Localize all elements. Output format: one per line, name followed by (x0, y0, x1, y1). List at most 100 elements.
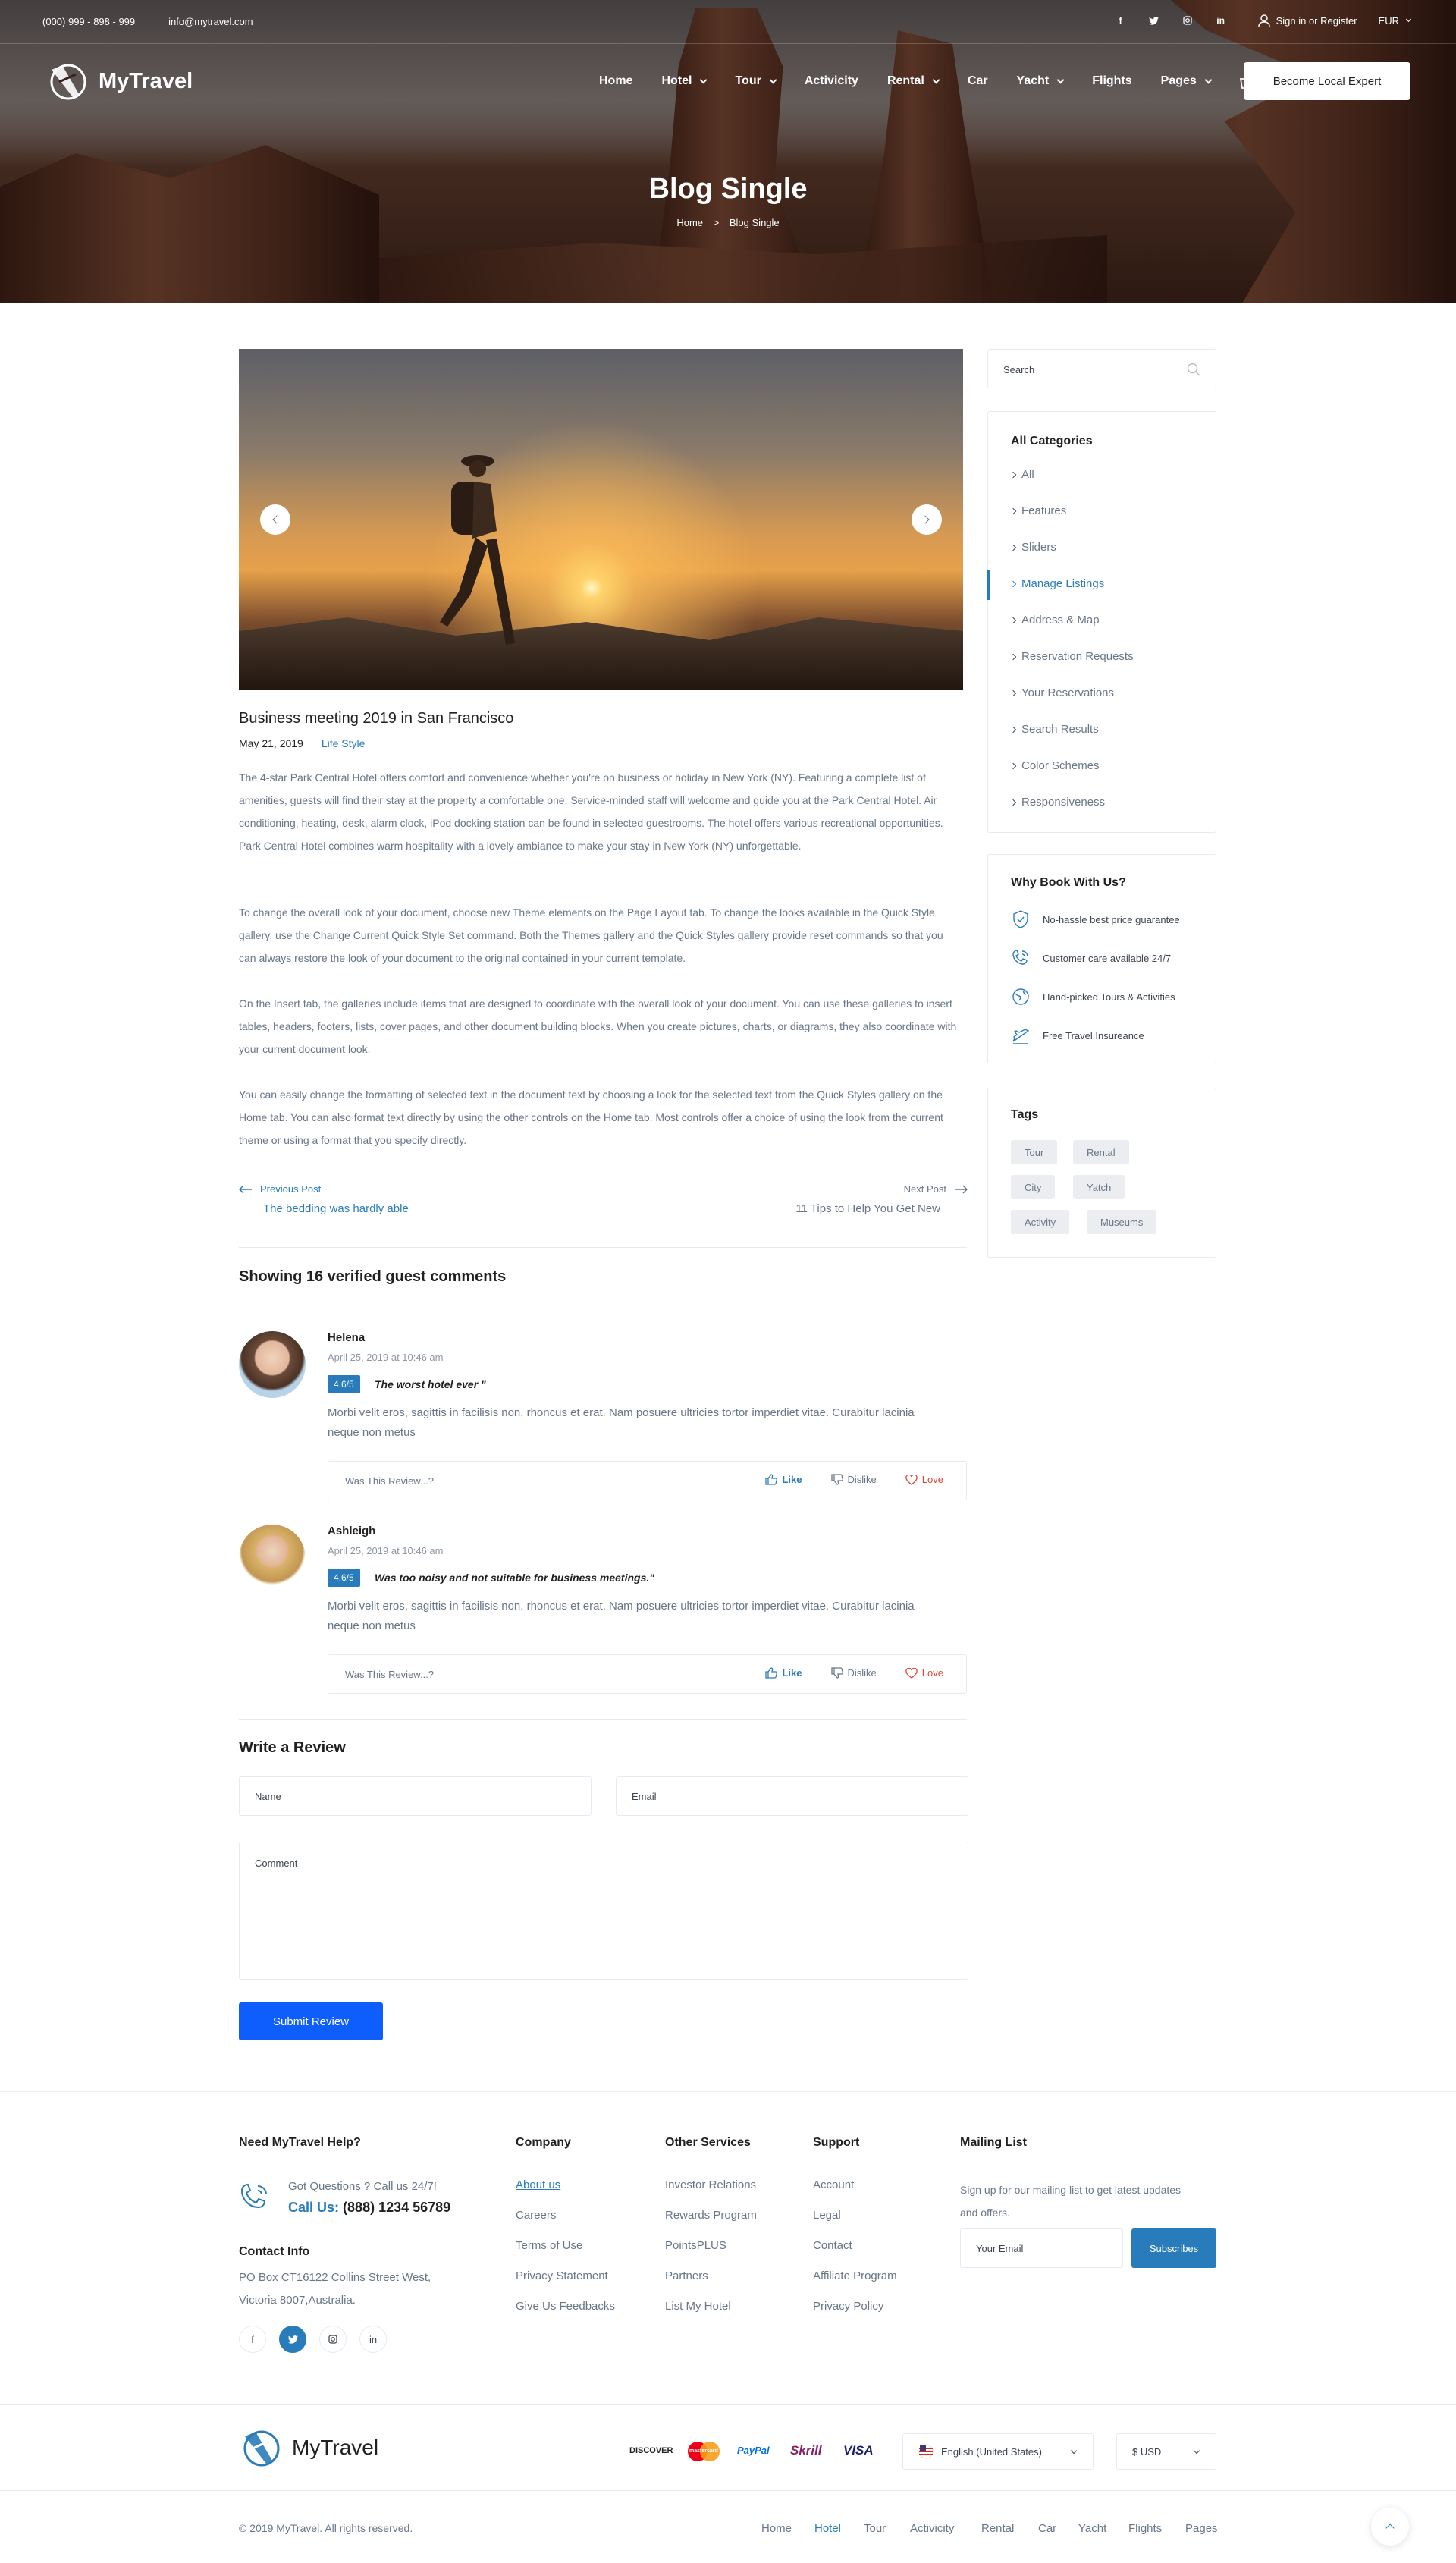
next-post-link[interactable]: Next Post 11 Tips to Help You Get New (786, 1183, 968, 1215)
language-select[interactable]: English (United States) (902, 2433, 1094, 2470)
bottom-nav-link[interactable]: Home (761, 2522, 792, 2535)
footer-link[interactable]: Careers (516, 2209, 556, 2222)
tag[interactable]: Museums (1087, 1210, 1157, 1234)
category-item[interactable]: Address & Map (1009, 614, 1100, 627)
subscribe-button[interactable]: Subscribes (1131, 2228, 1216, 2268)
like-button[interactable]: Like (765, 1474, 802, 1485)
footer-link[interactable]: Contact (813, 2239, 852, 2252)
category-item[interactable]: Features (1009, 504, 1066, 517)
newsletter-email-input[interactable]: Your Email (960, 2228, 1123, 2268)
category-item[interactable]: Reservation Requests (1009, 650, 1134, 663)
instagram-icon[interactable] (319, 2326, 347, 2353)
nav-home[interactable]: Home (599, 74, 632, 89)
comment-field[interactable]: Comment (239, 1842, 968, 1980)
footer-link[interactable]: Investor Relations (665, 2178, 756, 2191)
comment-date: April 25, 2019 at 10:46 am (328, 1352, 444, 1363)
back-to-top-button[interactable] (1371, 2508, 1409, 2546)
nav-activicity[interactable]: Activicity (805, 74, 858, 89)
currency-select[interactable]: $ USD (1116, 2433, 1216, 2470)
divider (0, 2490, 1456, 2491)
search-input[interactable]: Search (987, 349, 1216, 388)
breadcrumb-home[interactable]: Home (676, 217, 703, 228)
nav-rental[interactable]: Rental (887, 74, 940, 89)
category-item[interactable]: Sliders (1009, 541, 1056, 554)
nav-car[interactable]: Car (968, 74, 988, 89)
previous-post-title: The bedding was hardly able (263, 1202, 409, 1215)
brand-logo[interactable]: MyTravel (46, 59, 193, 103)
facebook-icon[interactable]: f (1112, 12, 1129, 29)
footer-link[interactable]: PointsPLUS (665, 2239, 726, 2252)
currency-dropdown[interactable]: EUR (1379, 15, 1412, 27)
bottom-nav-link[interactable]: Tour (864, 2522, 886, 2535)
bottom-nav-link-active[interactable]: Hotel (814, 2522, 841, 2535)
bottom-nav-link[interactable]: Activicity (910, 2522, 954, 2535)
nav-tour[interactable]: Tour (735, 74, 777, 89)
nav-hotel[interactable]: Hotel (661, 74, 708, 89)
twitter-icon[interactable] (279, 2326, 306, 2353)
tag[interactable]: Yatch (1073, 1175, 1125, 1199)
footer-link[interactable]: Privacy Policy (813, 2300, 883, 2313)
submit-review-button[interactable]: Submit Review (239, 2002, 383, 2040)
nav-label: Home (599, 74, 633, 87)
tag[interactable]: City (1011, 1175, 1056, 1199)
instagram-icon[interactable] (1179, 12, 1196, 29)
email-field[interactable]: Email (616, 1776, 968, 1816)
twitter-icon[interactable] (1146, 12, 1163, 29)
nav-flights[interactable]: Flights (1092, 74, 1131, 89)
footer-link-about[interactable]: About us (516, 2178, 560, 2191)
category-item[interactable]: All (1009, 468, 1034, 481)
breadcrumb-current: Blog Single (729, 217, 780, 228)
post-category[interactable]: Life Style (322, 737, 366, 749)
footer-link[interactable]: Legal (813, 2209, 841, 2222)
bottom-nav-link[interactable]: Flights (1128, 2522, 1162, 2535)
signin-link[interactable]: Sign in or Register (1257, 14, 1357, 27)
linkedin-icon[interactable]: in (1213, 12, 1229, 29)
main-nav: MyTravel Home Hotel Tour Activicity Rent… (0, 44, 1456, 120)
email-address[interactable]: info@mytravel.com (168, 16, 253, 27)
footer-link[interactable]: Rewards Program (665, 2209, 757, 2222)
phone-number[interactable]: (000) 999 - 898 - 999 (42, 16, 135, 27)
category-label: Color Schemes (1021, 759, 1100, 772)
footer-link[interactable]: Account (813, 2178, 854, 2191)
love-button[interactable]: Love (905, 1474, 943, 1485)
facebook-icon[interactable]: f (239, 2326, 266, 2353)
user-icon (1257, 14, 1270, 27)
slider-prev-button[interactable] (260, 504, 290, 535)
category-item[interactable]: Your Reservations (1009, 686, 1114, 699)
footer-link[interactable]: Give Us Feedbacks (516, 2300, 615, 2313)
call-us[interactable]: Call Us: (888) 1234 56789 (288, 2200, 450, 2216)
like-button[interactable]: Like (765, 1667, 802, 1679)
category-item[interactable]: Search Results (1009, 723, 1099, 736)
dislike-button[interactable]: Dislike (830, 1667, 877, 1679)
tag[interactable]: Rental (1073, 1140, 1129, 1164)
bottom-nav-link[interactable]: Pages (1185, 2522, 1218, 2535)
hiker-figure (440, 455, 515, 645)
become-local-expert-button[interactable]: Become Local Expert (1244, 62, 1410, 100)
linkedin-icon[interactable]: in (359, 2326, 387, 2353)
nav-yacht[interactable]: Yacht (1017, 74, 1065, 89)
bottom-nav-link[interactable]: Rental (981, 2522, 1014, 2535)
footer-link[interactable]: Partners (665, 2269, 708, 2282)
category-item[interactable]: Responsiveness (1009, 796, 1105, 809)
comment-author: Ashleigh (328, 1525, 376, 1537)
category-item-active[interactable]: Manage Listings (1009, 577, 1104, 590)
previous-post-link[interactable]: Previous Post The bedding was hardly abl… (239, 1183, 409, 1215)
nav-pages[interactable]: Pages (1161, 74, 1213, 89)
post-meta: May 21, 2019 Life Style (239, 737, 365, 749)
footer-link[interactable]: List My Hotel (665, 2300, 731, 2313)
dislike-button[interactable]: Dislike (830, 1474, 877, 1485)
footer-link[interactable]: Terms of Use (516, 2239, 582, 2252)
bottom-nav-link[interactable]: Yacht (1078, 2522, 1106, 2535)
slider-next-button[interactable] (912, 504, 942, 535)
name-field[interactable]: Name (239, 1776, 592, 1816)
logo-icon (243, 2430, 280, 2467)
tag[interactable]: Activity (1011, 1210, 1070, 1234)
tag[interactable]: Tour (1011, 1140, 1058, 1164)
love-button[interactable]: Love (905, 1667, 943, 1679)
bottom-nav-link[interactable]: Car (1038, 2522, 1056, 2535)
footer-link[interactable]: Privacy Statement (516, 2269, 608, 2282)
category-item[interactable]: Color Schemes (1009, 759, 1100, 772)
footer-logo[interactable]: MyTravel (239, 2426, 378, 2470)
page-title: Blog Single (648, 173, 808, 205)
footer-link[interactable]: Affiliate Program (813, 2269, 897, 2282)
